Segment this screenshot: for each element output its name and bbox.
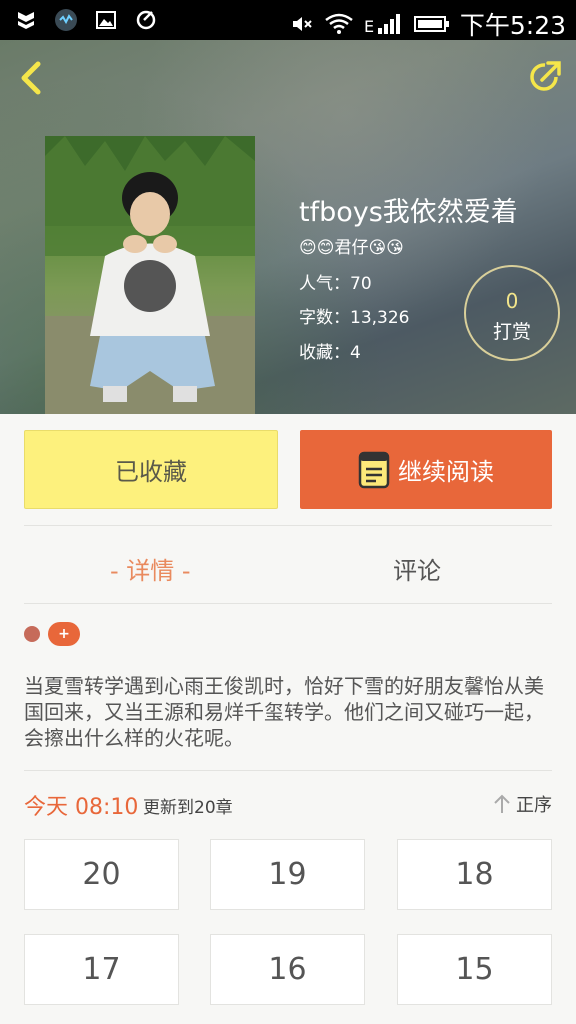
sort-button[interactable]: 正序 xyxy=(492,791,552,817)
tab-details[interactable]: - 详情 - xyxy=(110,551,191,586)
divider xyxy=(24,770,552,771)
favorites-value: 4 xyxy=(350,343,361,363)
chapter-item[interactable]: 16 xyxy=(210,934,365,1005)
popularity-label: 人气： xyxy=(299,274,350,294)
chapter-item[interactable]: 17 xyxy=(24,934,179,1005)
popularity-stat: 人气：70 xyxy=(299,269,372,294)
popularity-value: 70 xyxy=(350,274,372,294)
divider xyxy=(24,603,552,604)
app-icon xyxy=(55,9,77,31)
favorites-label: 收藏： xyxy=(299,343,350,363)
word-count-label: 字数： xyxy=(299,308,350,328)
arrow-up-icon xyxy=(494,794,510,813)
update-row: 今天 08:10 更新到20章 正序 xyxy=(24,789,552,821)
tip-count: 0 xyxy=(505,289,519,313)
chapter-item[interactable]: 20 xyxy=(24,839,179,910)
update-time: 今天 08:10 xyxy=(24,795,139,820)
divider xyxy=(24,525,552,526)
back-icon[interactable] xyxy=(14,58,50,98)
image-icon xyxy=(96,11,116,29)
wifi-icon xyxy=(325,13,353,34)
add-tag-button[interactable]: + xyxy=(48,622,80,646)
signal-icon: E xyxy=(364,14,400,36)
tab-comments[interactable]: 评论 xyxy=(393,551,441,586)
mute-icon xyxy=(292,17,312,31)
status-time: 下午5:23 xyxy=(459,11,566,40)
book-title: tfboys我依然爱着 xyxy=(299,197,518,228)
shield-icon xyxy=(18,12,34,29)
tip-label: 打赏 xyxy=(492,321,531,343)
status-bar: E 下午5:23 xyxy=(0,0,576,40)
book-cover xyxy=(45,136,255,414)
book-header: tfboys我依然爱着 😊😊君仔😘😘 人气：70 字数：13,326 收藏：4 … xyxy=(0,40,576,414)
word-count-value: 13,326 xyxy=(350,308,410,328)
collected-label: 已收藏 xyxy=(115,458,187,486)
update-text: 更新到20章 xyxy=(143,798,233,818)
share-icon[interactable] xyxy=(526,58,564,96)
book-icon xyxy=(358,451,390,488)
battery-icon xyxy=(413,16,449,32)
continue-reading-label: 继续阅读 xyxy=(398,458,494,486)
tip-button[interactable]: 0 打赏 xyxy=(464,265,560,361)
continue-reading-button[interactable]: 继续阅读 xyxy=(300,430,552,509)
chapter-item[interactable]: 19 xyxy=(210,839,365,910)
tag-dot[interactable] xyxy=(24,626,40,642)
sync-icon xyxy=(136,10,156,30)
book-description: 当夏雪转学遇到心雨王俊凯时，恰好下雪的好朋友馨怡从美国回来，又当王源和易烊千玺转… xyxy=(24,674,544,750)
svg-text:E: E xyxy=(364,17,374,36)
book-author[interactable]: 😊😊君仔😘😘 xyxy=(299,233,404,258)
collected-button[interactable]: 已收藏 xyxy=(24,430,278,509)
chapter-item[interactable]: 18 xyxy=(397,839,552,910)
favorites-stat: 收藏：4 xyxy=(299,338,361,363)
chapter-item[interactable]: 15 xyxy=(397,934,552,1005)
word-count-stat: 字数：13,326 xyxy=(299,303,409,328)
sort-label: 正序 xyxy=(516,795,552,816)
cover-photo xyxy=(45,136,255,414)
